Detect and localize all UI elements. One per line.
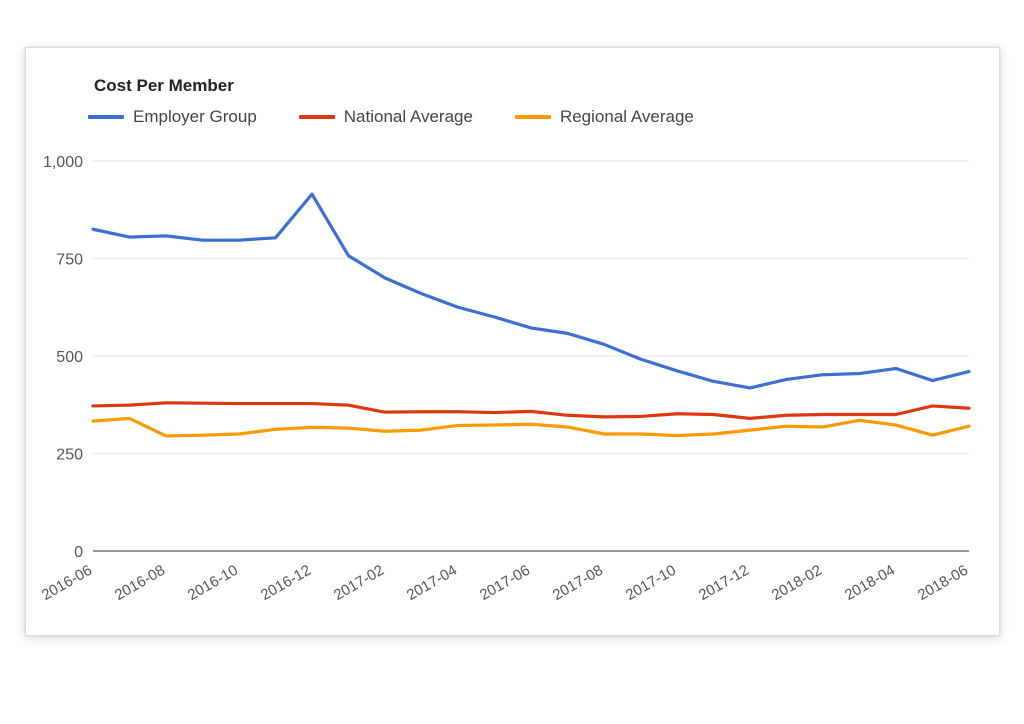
x-axis-tick-label: 2017-10: [623, 562, 679, 604]
x-axis-tick-label: 2016-12: [258, 562, 314, 604]
x-axis-tick-label: 2017-12: [696, 562, 752, 604]
x-axis-tick-label: 2017-04: [404, 562, 460, 604]
y-axis-tick-label: 1,000: [43, 154, 83, 171]
x-axis-tick-label: 2016-06: [39, 562, 95, 604]
series-line-regional-average: [91, 416, 971, 438]
x-axis-tick-label: 2018-04: [842, 562, 898, 604]
x-axis-tick-label: 2018-06: [915, 562, 971, 604]
x-axis-tick-label: 2018-02: [769, 562, 825, 604]
series-line-national-average: [91, 401, 971, 420]
x-axis-tick-label: 2017-08: [550, 562, 606, 604]
y-axis-tick-label: 0: [74, 544, 83, 561]
y-axis-tick-label: 250: [56, 447, 83, 464]
line-chart-plot: 0 250 500 750 1,000 2016-06 2016-08 2016-10 2016…: [39, 154, 971, 604]
x-axis-tick-label: 2017-06: [477, 562, 533, 604]
chart-container: Cost Per Member Employer Group National A…: [26, 48, 999, 635]
x-axis-tick-label: 2016-10: [185, 562, 241, 604]
x-axis-tick-label: 2017-02: [331, 562, 387, 604]
x-axis-tick-label: 2016-08: [112, 562, 168, 604]
series-line-employer-group: [91, 192, 971, 390]
page-root: Cost Per Member Employer Group National A…: [0, 0, 1024, 724]
y-axis-tick-label: 750: [56, 252, 83, 269]
y-axis-tick-label: 500: [56, 349, 83, 366]
chart-card: Cost Per Member Employer Group National A…: [25, 47, 1000, 636]
